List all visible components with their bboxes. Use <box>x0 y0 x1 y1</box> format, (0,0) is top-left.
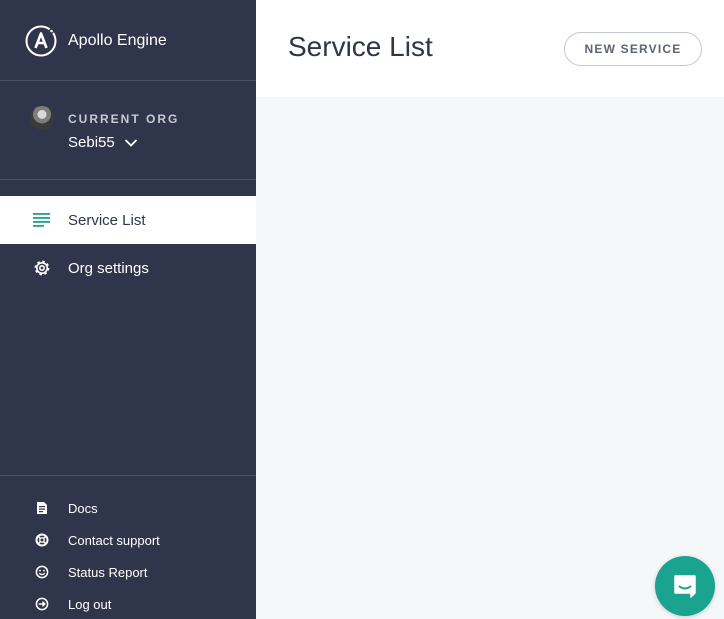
sidebar-divider <box>0 80 256 81</box>
sidebar-divider <box>0 475 256 476</box>
chat-launcher-button[interactable] <box>655 556 715 616</box>
footer-link-log-out[interactable]: Log out <box>0 592 256 616</box>
chevron-down-icon <box>124 138 137 147</box>
avatar <box>30 106 54 130</box>
footer-link-label: Docs <box>68 500 98 516</box>
page-title: Service List <box>288 31 433 62</box>
sidebar-item-label: Org settings <box>68 259 149 277</box>
sidebar-item-label: Service List <box>68 211 146 229</box>
lifebuoy-icon <box>34 532 50 548</box>
footer-link-docs[interactable]: Docs <box>0 496 256 520</box>
footer-link-contact-support[interactable]: Contact support <box>0 528 256 552</box>
footer-link-label: Status Report <box>68 564 148 580</box>
footer-link-status-report[interactable]: Status Report <box>0 560 256 584</box>
smiley-icon <box>34 564 50 580</box>
sidebar-item-org-settings[interactable]: Org settings <box>0 244 256 292</box>
page-header: Service List NEW SERVICE <box>256 0 724 97</box>
sidebar-item-service-list[interactable]: Service List <box>0 196 256 244</box>
list-icon <box>32 210 52 230</box>
service-list-content <box>256 97 724 619</box>
document-icon <box>34 500 50 516</box>
footer-link-label: Contact support <box>68 532 160 548</box>
sidebar-divider <box>0 179 256 180</box>
logout-icon <box>34 596 50 612</box>
gear-icon <box>32 258 52 278</box>
footer-link-label: Log out <box>68 596 112 612</box>
apollo-logo-icon <box>25 25 57 57</box>
brand[interactable]: Apollo Engine <box>25 25 167 57</box>
org-caption: CURRENT ORG <box>68 112 180 126</box>
chat-icon <box>674 575 696 598</box>
brand-name: Apollo Engine <box>68 32 167 49</box>
new-service-button[interactable]: NEW SERVICE <box>564 32 702 66</box>
org-name: Sebi55 <box>68 134 115 151</box>
sidebar: Apollo Engine CURRENT ORG Sebi55 Service… <box>0 0 256 619</box>
org-dropdown[interactable]: Sebi55 <box>68 134 138 151</box>
